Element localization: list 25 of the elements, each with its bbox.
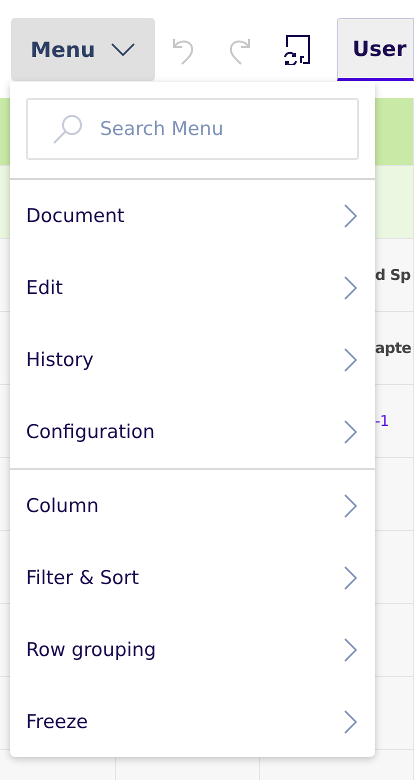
menu-item[interactable]: Edit [10,252,375,324]
menu-item[interactable]: History [10,324,375,396]
chevron-right-icon [344,348,357,372]
search-field[interactable]: Search Menu [26,98,359,160]
chevron-right-icon [344,276,357,300]
sync-document-icon [282,34,311,64]
menu-item[interactable]: Filter & Sort [10,542,375,614]
chevron-right-icon [344,204,357,228]
chevron-right-icon [344,566,357,590]
menu-item[interactable]: Configuration [10,396,375,468]
menu-button[interactable]: Menu [11,18,155,81]
menu-item[interactable]: Document [10,180,375,252]
chevron-right-icon [344,710,357,734]
menu-item[interactable]: Row grouping [10,614,375,686]
menu-item[interactable]: Column [10,470,375,542]
menu-item[interactable]: Freeze [10,686,375,758]
table-cell: apte [375,339,412,357]
user-tab[interactable]: User [337,18,414,81]
chevron-right-icon [344,638,357,662]
chevron-right-icon [344,494,357,518]
cell-link[interactable]: -1 [375,412,389,430]
chevron-right-icon [344,420,357,444]
table-cell: d Sp [375,266,410,284]
search-icon [52,113,84,145]
chevron-down-icon [111,43,136,56]
